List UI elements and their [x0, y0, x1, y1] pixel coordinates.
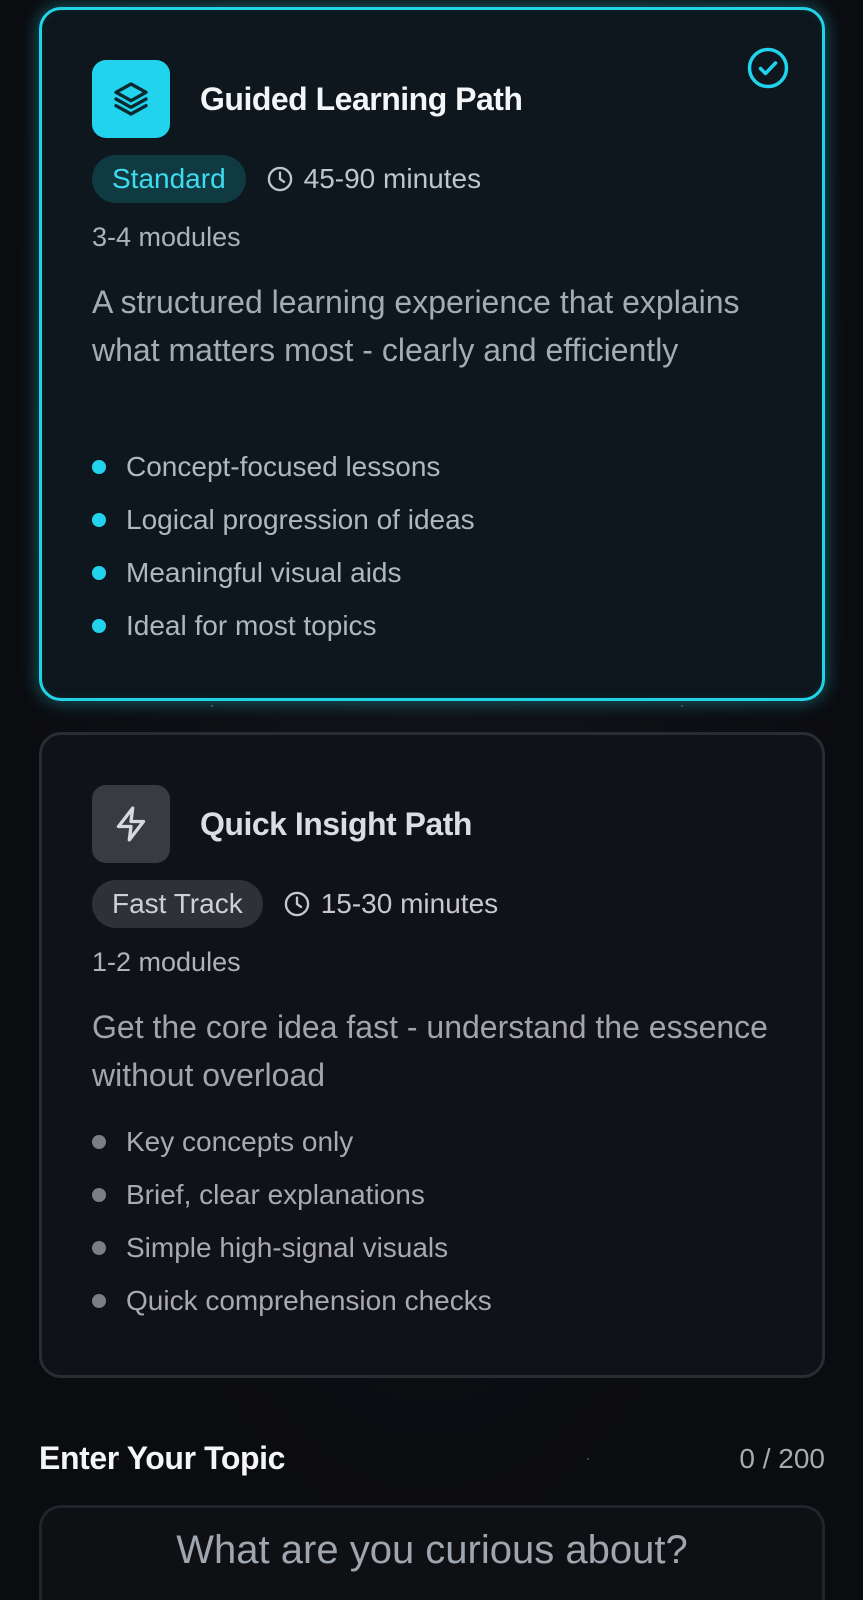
- topic-header: Enter Your Topic 0 / 200: [39, 1440, 825, 1477]
- topic-label: Enter Your Topic: [39, 1440, 286, 1476]
- lightning-icon: [116, 806, 146, 842]
- lightning-icon-box: [92, 785, 170, 863]
- star-decoration: [211, 705, 213, 707]
- page: Guided Learning Path Standard 45-90 minu…: [0, 0, 863, 1600]
- bullet-icon: [92, 618, 106, 633]
- feature-list: Concept-focused lessons Logical progress…: [92, 440, 475, 652]
- feature-text: Logical progression of ideas: [126, 503, 475, 535]
- card-meta: Fast Track 15-30 minutes: [92, 880, 498, 928]
- module-count: 3-4 modules: [92, 222, 241, 252]
- duration-text: 45-90 minutes: [303, 163, 482, 194]
- bullet-icon: [92, 512, 106, 527]
- list-item: Brief, clear explanations: [92, 1168, 492, 1221]
- feature-text: Concept-focused lessons: [126, 450, 441, 482]
- feature-text: Brief, clear explanations: [126, 1178, 425, 1210]
- feature-text: Meaningful visual aids: [126, 556, 402, 588]
- list-item: Ideal for most topics: [92, 599, 475, 652]
- duration-text: 15-30 minutes: [320, 888, 499, 919]
- list-item: Quick comprehension checks: [92, 1274, 492, 1327]
- quick-insight-path-card[interactable]: Quick Insight Path Fast Track 15-30 minu…: [39, 732, 825, 1378]
- card-meta: Standard 45-90 minutes: [92, 155, 481, 203]
- feature-list: Key concepts only Brief, clear explanati…: [92, 1115, 492, 1327]
- level-badge: Standard: [92, 155, 246, 203]
- module-count: 1-2 modules: [92, 947, 241, 977]
- feature-text: Ideal for most topics: [126, 609, 377, 641]
- feature-text: Simple high-signal visuals: [126, 1231, 449, 1263]
- bullet-icon: [92, 565, 106, 580]
- guided-learning-path-card[interactable]: Guided Learning Path Standard 45-90 minu…: [39, 7, 825, 701]
- feature-text: Quick comprehension checks: [126, 1284, 492, 1316]
- check-circle-icon: [747, 47, 789, 89]
- list-item: Simple high-signal visuals: [92, 1221, 492, 1274]
- duration: 15-30 minutes: [283, 888, 498, 920]
- level-badge: Fast Track: [92, 880, 263, 928]
- list-item: Meaningful visual aids: [92, 546, 475, 599]
- card-title: Quick Insight Path: [200, 805, 472, 842]
- list-item: Concept-focused lessons: [92, 440, 475, 493]
- character-counter: 0 / 200: [739, 1442, 825, 1474]
- feature-text: Key concepts only: [126, 1125, 354, 1157]
- layers-icon: [114, 82, 148, 116]
- star-decoration: [681, 705, 683, 707]
- card-description: Get the core idea fast - understand the …: [92, 1009, 768, 1093]
- bullet-icon: [92, 1134, 106, 1149]
- clock-icon: [284, 891, 309, 917]
- duration: 45-90 minutes: [266, 163, 481, 195]
- bullet-icon: [92, 1187, 106, 1202]
- topic-input-container: [39, 1505, 825, 1600]
- list-item: Logical progression of ideas: [92, 493, 475, 546]
- bullet-icon: [92, 1293, 106, 1308]
- card-title: Guided Learning Path: [200, 80, 523, 117]
- card-header: Guided Learning Path: [92, 60, 523, 138]
- layers-icon-box: [92, 60, 170, 138]
- clock-icon: [267, 166, 292, 192]
- bullet-icon: [92, 1240, 106, 1255]
- list-item: Key concepts only: [92, 1115, 492, 1168]
- topic-input[interactable]: [42, 1508, 822, 1600]
- bullet-icon: [92, 459, 106, 474]
- card-description: A structured learning experience that ex…: [92, 284, 740, 368]
- card-header: Quick Insight Path: [92, 785, 472, 863]
